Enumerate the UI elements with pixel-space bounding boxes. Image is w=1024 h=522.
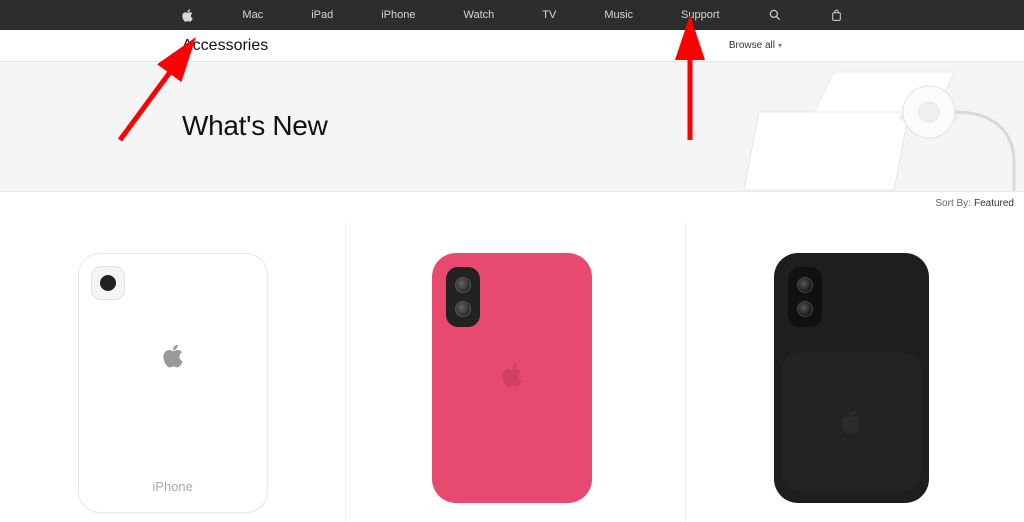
product-grid: iPhone [0,214,1024,522]
hero-illustration [714,62,1024,192]
chevron-down-icon: ▾ [778,41,782,50]
page-category-title: Accessories [182,37,268,55]
sort-by-label: Sort By: [935,198,971,209]
global-nav: Mac iPad iPhone Watch TV Music Support [0,0,1024,30]
product-image-pink-case [432,253,592,503]
apple-logo-icon [161,342,185,375]
sub-nav: Accessories Browse all ▾ [0,30,1024,62]
apple-logo-icon [839,408,863,441]
hero-banner: What's New [0,62,1024,192]
search-icon[interactable] [768,8,782,22]
sort-by-value[interactable]: Featured [974,198,1014,209]
nav-watch[interactable]: Watch [463,9,494,21]
sort-bar: Sort By: Featured [0,192,1024,214]
browse-all-label: Browse all [729,40,775,51]
product-card[interactable] [345,222,678,522]
product-image-clear-case: iPhone [78,253,268,513]
product-card[interactable] [685,222,1018,522]
bag-icon[interactable] [830,8,844,22]
product-image-battery-case [774,253,929,503]
apple-logo-icon[interactable] [180,8,194,22]
nav-mac[interactable]: Mac [242,9,263,21]
nav-iphone[interactable]: iPhone [381,9,415,21]
hero-title: What's New [182,110,328,142]
camera-module [446,267,480,327]
iphone-wordmark: iPhone [152,479,192,494]
camera-module [788,267,822,327]
nav-tv[interactable]: TV [542,9,556,21]
nav-ipad[interactable]: iPad [311,9,333,21]
browse-all-link[interactable]: Browse all ▾ [729,40,782,51]
nav-support[interactable]: Support [681,9,720,21]
camera-module [91,266,125,300]
apple-logo-icon [500,361,524,394]
product-card[interactable]: iPhone [6,222,339,522]
nav-music[interactable]: Music [604,9,633,21]
